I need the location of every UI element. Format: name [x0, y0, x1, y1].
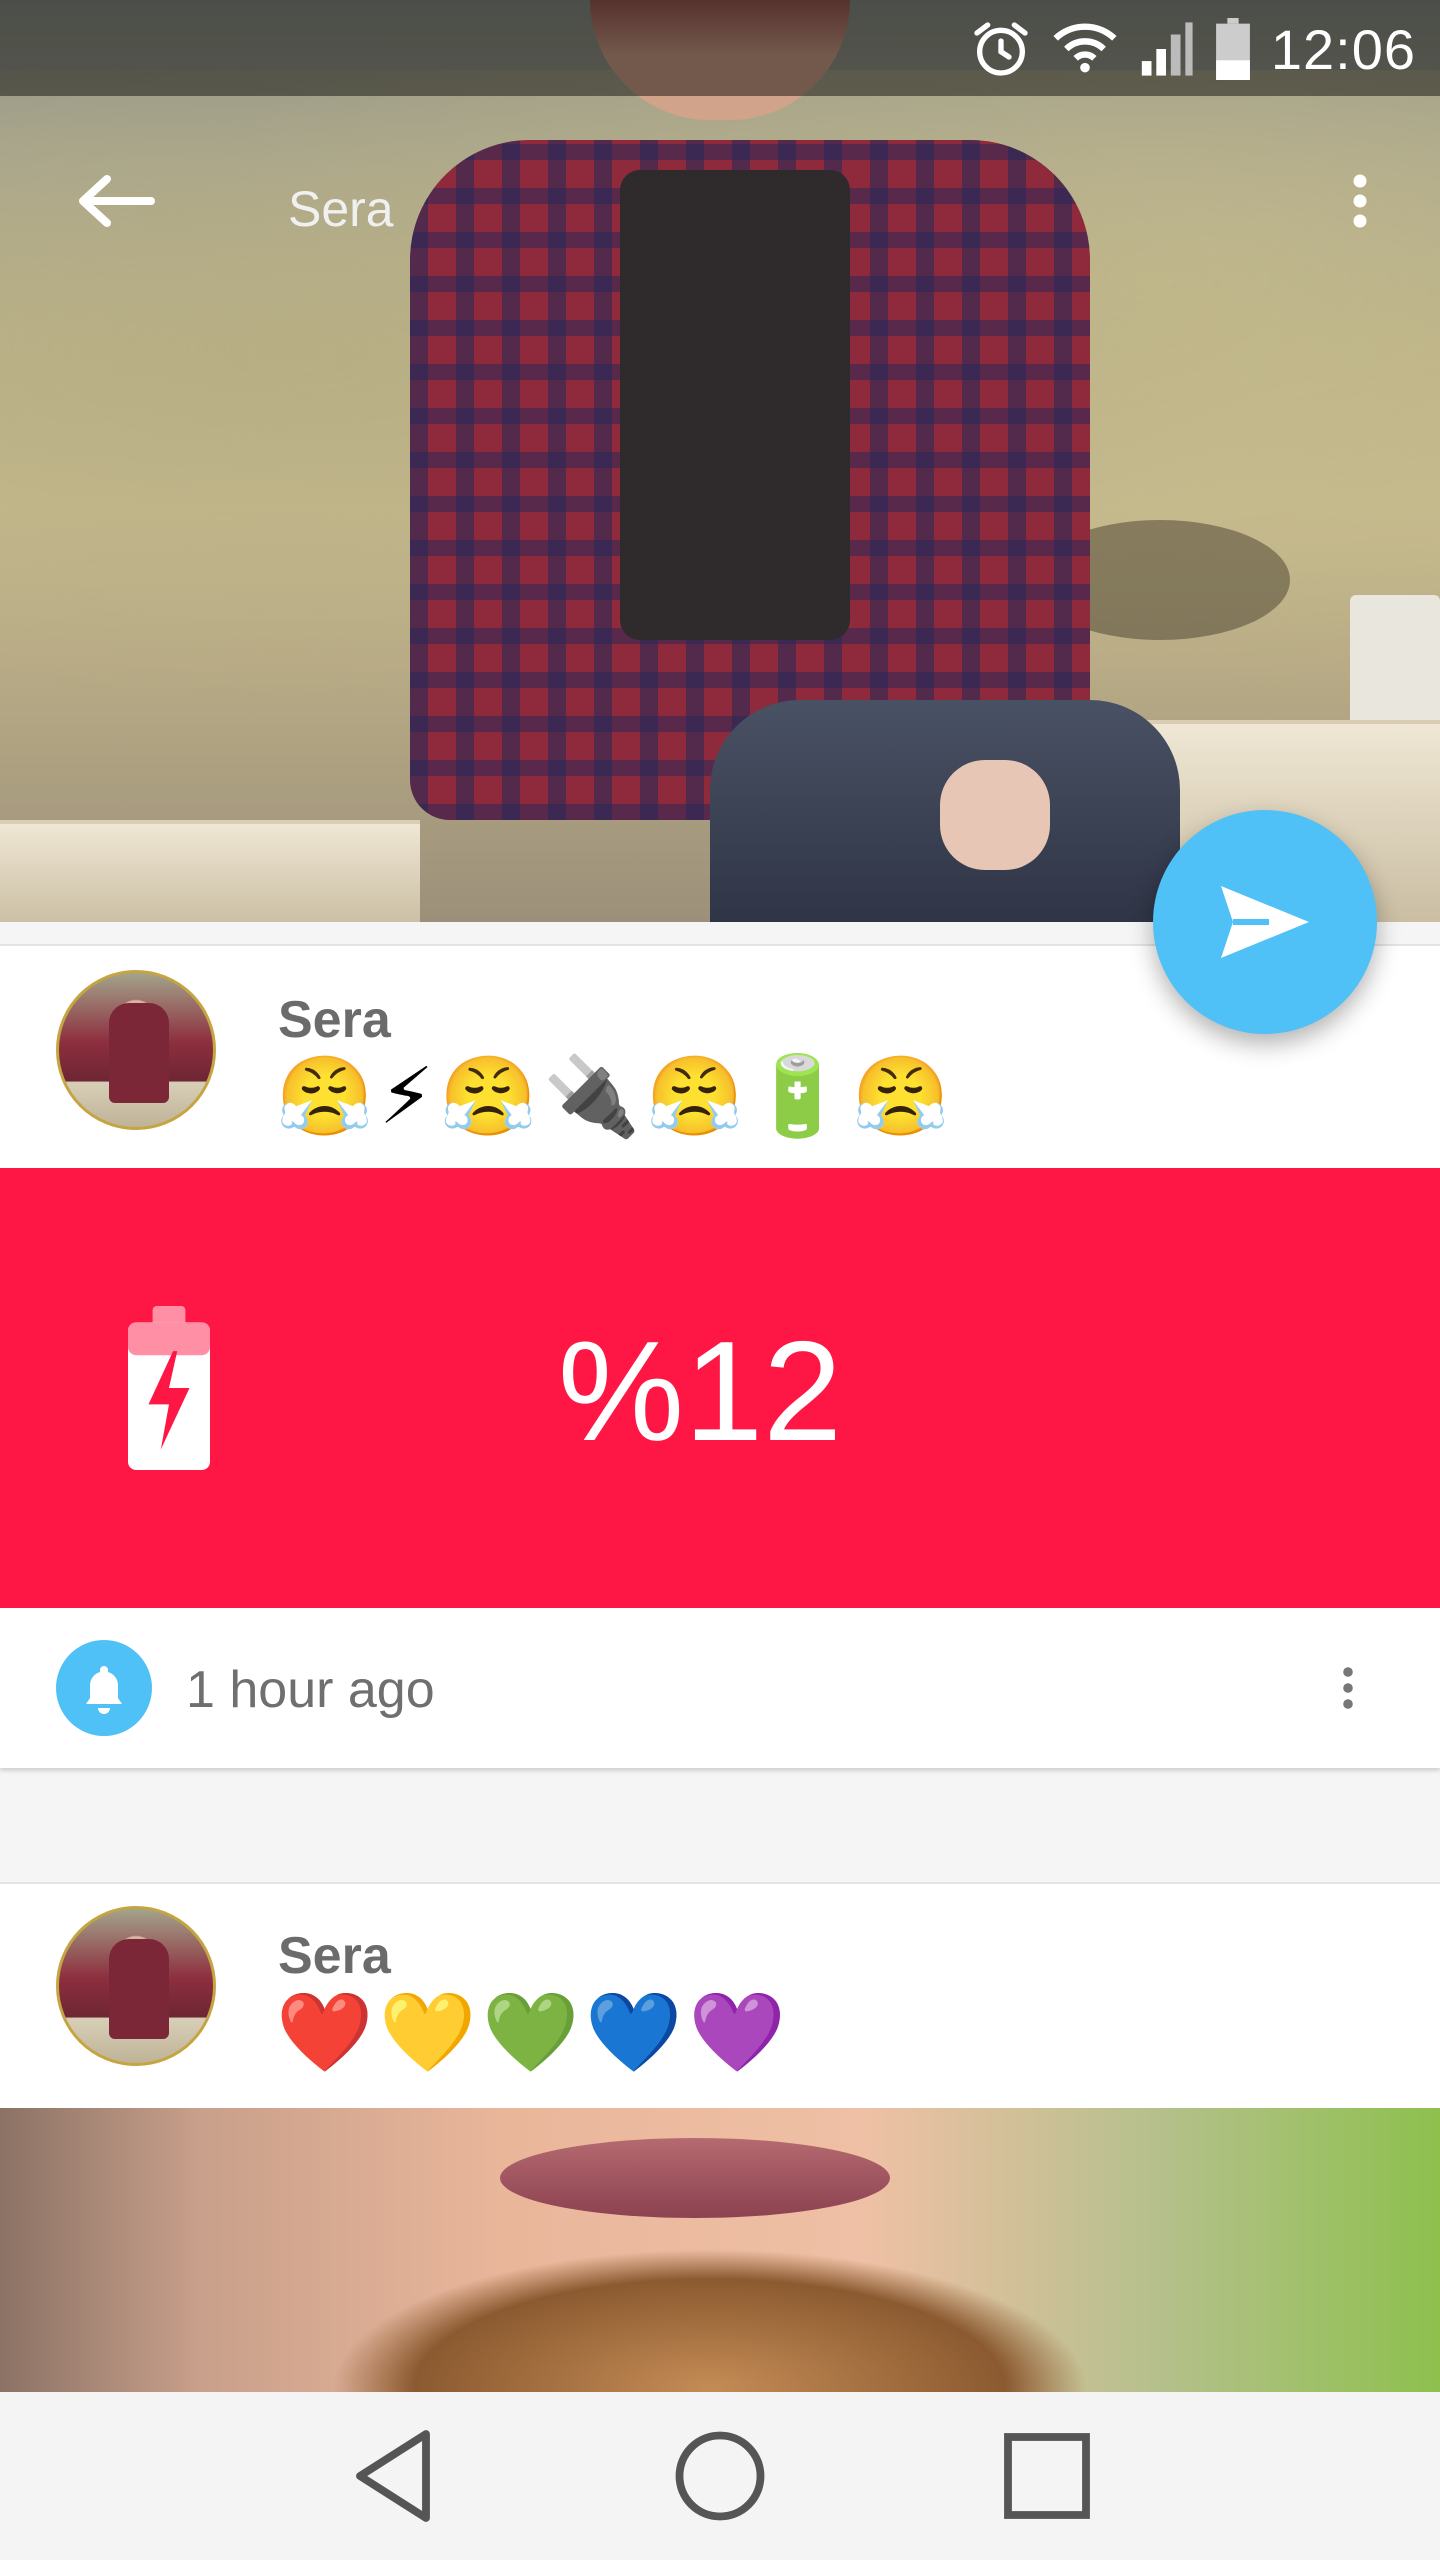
battery-icon: [1215, 18, 1250, 80]
post-author-name: Sera: [278, 1927, 391, 1985]
nav-recents-button[interactable]: [977, 2406, 1117, 2546]
page-title: Sera: [288, 181, 394, 237]
overflow-menu-button[interactable]: [1320, 156, 1400, 246]
home-circle-icon: [675, 2431, 765, 2521]
battery-percent-text: %12: [557, 1312, 843, 1471]
notification-button[interactable]: [56, 1640, 152, 1736]
app-bar: Sera: [0, 96, 1440, 320]
arrow-back-icon: [79, 175, 155, 227]
wifi-icon: [1053, 23, 1117, 73]
post-author-name: Sera: [278, 991, 391, 1049]
recents-square-icon: [1003, 2433, 1090, 2519]
bell-icon: [86, 1666, 122, 1714]
post-timestamp: 1 hour ago: [186, 1661, 435, 1719]
avatar[interactable]: [56, 1906, 216, 2066]
more-vert-icon: [1353, 174, 1367, 228]
post-header: Sera ❤️💛💚💙💜: [0, 1882, 1440, 2108]
signal-icon: [1141, 22, 1193, 76]
more-vert-icon: [1343, 1667, 1353, 1709]
send-fab-button[interactable]: [1153, 810, 1377, 1034]
post-emoji-text: 😤⚡😤🔌😤🔋😤: [276, 1052, 956, 1142]
send-icon: [1221, 886, 1309, 958]
avatar[interactable]: [56, 970, 216, 1130]
post-photo[interactable]: [0, 2108, 1440, 2392]
alarm-icon: [974, 22, 1028, 76]
post-emoji-text: ❤️💛💚💙💜: [276, 1988, 792, 2078]
post-more-button[interactable]: [1320, 1648, 1376, 1728]
back-triangle-icon: [356, 2430, 431, 2522]
status-bar: 12:06: [0, 0, 1440, 96]
nav-back-button[interactable]: [323, 2406, 463, 2546]
nav-home-button[interactable]: [650, 2406, 790, 2546]
back-button[interactable]: [60, 156, 170, 246]
clock-text: 12:06: [1270, 17, 1416, 81]
system-navigation-bar: [0, 2392, 1440, 2560]
